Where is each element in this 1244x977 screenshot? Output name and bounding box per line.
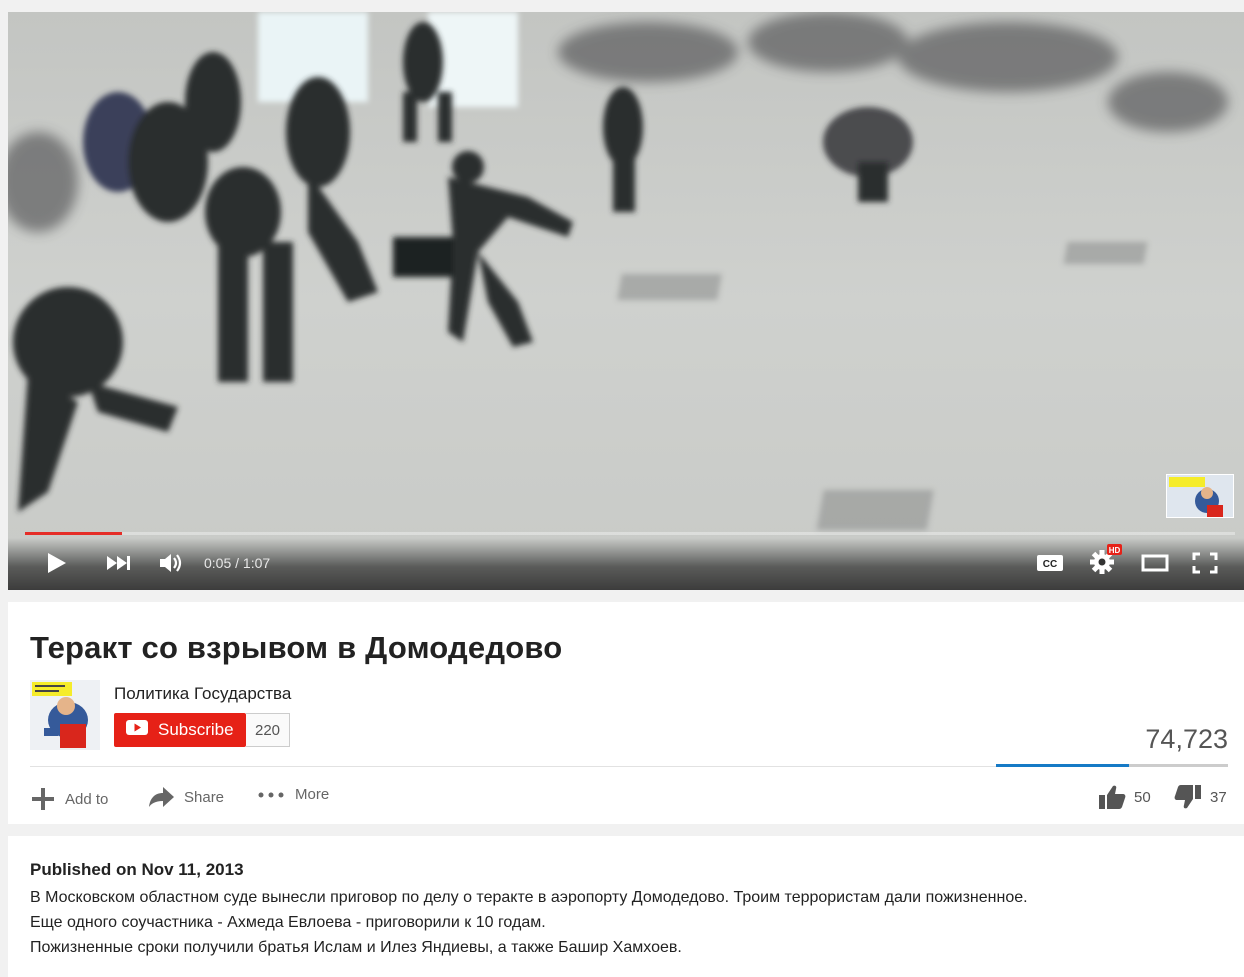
share-button[interactable]: Share (148, 786, 224, 808)
description-line: Пожизненные сроки получили братья Ислам … (30, 939, 682, 956)
video-description: Published on Nov 11, 2013 В Московском о… (8, 836, 1244, 977)
more-label: More (295, 786, 330, 803)
dislike-count: 37 (1210, 788, 1227, 806)
cc-label: CC (1043, 559, 1057, 570)
progress-bar[interactable] (25, 532, 1235, 535)
time-display: 0:05 / 1:07 (204, 555, 271, 571)
youtube-play-icon (126, 720, 148, 740)
video-frame[interactable] (8, 12, 1244, 590)
player-controls: 0:05 / 1:07 CC HD (8, 538, 1244, 590)
video-title: Теракт со взрывом в Домодедово (30, 630, 563, 665)
video-info-card: Теракт со взрывом в Домодедово Политика … (8, 602, 1244, 824)
more-button[interactable]: More (258, 786, 329, 803)
add-to-label: Add to (65, 790, 109, 808)
share-arrow-icon (148, 786, 175, 808)
like-button[interactable]: 50 (1098, 784, 1151, 810)
channel-watermark[interactable] (1166, 474, 1234, 518)
next-icon[interactable] (106, 552, 132, 574)
subscribe-button[interactable]: Subscribe (114, 713, 246, 747)
add-to-button[interactable]: Add to (30, 786, 108, 812)
volume-icon[interactable] (158, 552, 184, 574)
share-label: Share (184, 788, 225, 806)
hd-badge: HD (1109, 546, 1121, 555)
like-dislike-bar (996, 764, 1228, 767)
channel-avatar[interactable] (30, 680, 100, 750)
like-count: 50 (1134, 788, 1151, 806)
description-line: В Московском областном суде вынесли приг… (30, 889, 1028, 906)
progress-played (25, 532, 122, 535)
play-icon[interactable] (44, 552, 70, 574)
description-line: Еще одного соучастника - Ахмеда Евлоева … (30, 914, 546, 931)
cc-icon[interactable]: CC (1036, 552, 1064, 574)
subscribe-label: Subscribe (158, 720, 234, 739)
theater-icon[interactable] (1140, 552, 1170, 574)
thumbs-down-icon (1174, 784, 1202, 810)
fullscreen-icon[interactable] (1190, 552, 1220, 574)
dislike-button[interactable]: 37 (1174, 784, 1227, 810)
plus-icon (30, 786, 56, 812)
publish-date: Published on Nov 11, 2013 (30, 860, 244, 879)
thumbs-up-icon (1098, 784, 1126, 810)
view-count: 74,723 (1145, 724, 1228, 754)
description-text: В Московском областном суде вынесли приг… (30, 885, 1230, 960)
ellipsis-icon (258, 792, 286, 798)
channel-name[interactable]: Политика Государства (114, 684, 291, 704)
like-ratio-fill (996, 764, 1130, 767)
video-player[interactable]: 0:05 / 1:07 CC HD (8, 12, 1244, 590)
subscriber-count: 220 (246, 713, 290, 747)
settings-icon[interactable]: HD (1088, 544, 1122, 574)
